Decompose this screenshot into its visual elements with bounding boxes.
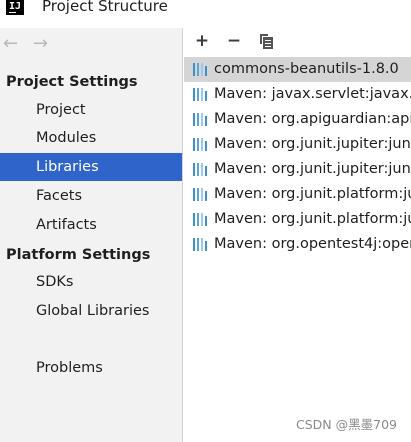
- library-icon: [193, 238, 207, 251]
- plus-icon[interactable]: +: [191, 30, 213, 52]
- libraries-toolbar: + −: [184, 28, 411, 56]
- minus-icon[interactable]: −: [223, 30, 245, 52]
- platform-settings-header: Platform Settings: [6, 247, 151, 263]
- library-name: Maven: org.junit.platform:junit-platform…: [214, 186, 411, 202]
- intellij-idea-icon: IJ: [6, 0, 24, 15]
- library-row[interactable]: Maven: org.junit.platform:junit-platform…: [184, 182, 411, 207]
- library-name: commons-beanutils-1.8.0: [214, 61, 399, 77]
- library-icon: [193, 138, 207, 151]
- library-name: Maven: org.junit.jupiter:junit-jupiter-e…: [214, 161, 411, 177]
- library-name: Maven: org.opentest4j:opentest4j: [214, 236, 411, 252]
- sidebar-item-project[interactable]: Project: [0, 96, 182, 124]
- arrow-right-icon[interactable]: →: [33, 31, 48, 57]
- watermark: CSDN @黑墨709: [296, 417, 397, 432]
- sidebar-item-problems[interactable]: Problems: [0, 354, 182, 382]
- library-name: Maven: org.apiguardian:apiguardian-api: [214, 111, 411, 127]
- arrow-left-icon[interactable]: ←: [3, 31, 18, 57]
- library-row[interactable]: Maven: org.opentest4j:opentest4j: [184, 232, 411, 257]
- library-icon: [193, 63, 207, 76]
- libraries-panel: + − commons-beanutils-1.8.0 Maven: javax.…: [184, 28, 411, 442]
- library-row[interactable]: Maven: org.apiguardian:apiguardian-api: [184, 107, 411, 132]
- settings-sidebar: ← → Project Settings Project Modules Lib…: [0, 28, 183, 442]
- sidebar-item-global-libraries[interactable]: Global Libraries: [0, 297, 182, 325]
- sidebar-item-facets[interactable]: Facets: [0, 182, 182, 210]
- library-name: Maven: javax.servlet:javax.servlet-api: [214, 86, 411, 102]
- library-name: Maven: org.junit.platform:junit-platform…: [214, 211, 411, 227]
- window-title: Project Structure: [42, 0, 168, 15]
- sidebar-item-sdks[interactable]: SDKs: [0, 268, 182, 296]
- library-row[interactable]: Maven: javax.servlet:javax.servlet-api: [184, 82, 411, 107]
- sidebar-item-modules[interactable]: Modules: [0, 124, 182, 152]
- library-icon: [193, 188, 207, 201]
- sidebar-item-artifacts[interactable]: Artifacts: [0, 211, 182, 239]
- copy-icon[interactable]: [255, 30, 277, 52]
- project-structure-window: IJ Project Structure ← → Project Setting…: [0, 0, 411, 442]
- library-list: commons-beanutils-1.8.0 Maven: javax.serv…: [184, 57, 411, 257]
- library-row[interactable]: commons-beanutils-1.8.0: [184, 57, 411, 82]
- library-icon: [193, 163, 207, 176]
- library-row[interactable]: Maven: org.junit.jupiter:junit-jupiter-a…: [184, 132, 411, 157]
- library-row[interactable]: Maven: org.junit.jupiter:junit-jupiter-e…: [184, 157, 411, 182]
- library-name: Maven: org.junit.jupiter:junit-jupiter-a…: [214, 136, 411, 152]
- library-icon: [193, 213, 207, 226]
- library-icon: [193, 113, 207, 126]
- library-row[interactable]: Maven: org.junit.platform:junit-platform…: [184, 207, 411, 232]
- sidebar-item-libraries[interactable]: Libraries: [0, 153, 182, 181]
- library-icon: [193, 88, 207, 101]
- project-settings-header: Project Settings: [6, 74, 138, 90]
- title-bar: IJ Project Structure: [0, 0, 411, 20]
